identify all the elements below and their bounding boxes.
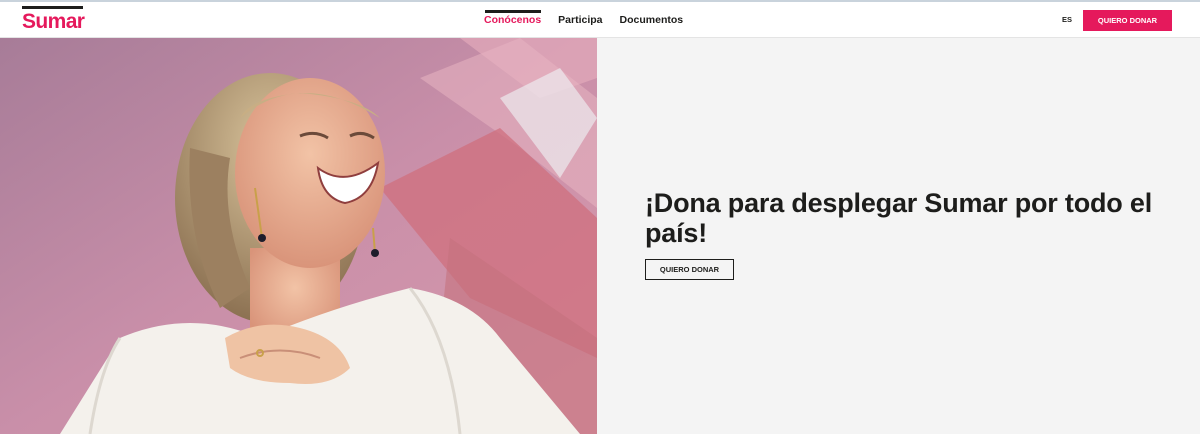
- hero-title: ¡Dona para desplegar Sumar por todo el p…: [645, 188, 1152, 248]
- hero-image: [0, 38, 597, 434]
- logo-text: Sumar: [22, 10, 85, 33]
- language-selector[interactable]: ES: [1062, 2, 1072, 38]
- main-nav: Conócenos Participa Documentos: [484, 2, 700, 38]
- site-header: Sumar Conócenos Participa Documentos ES …: [0, 2, 1200, 38]
- sumar-logo[interactable]: Sumar: [22, 6, 85, 33]
- logo-bar: [22, 6, 83, 9]
- nav-item-documentos[interactable]: Documentos: [620, 2, 684, 38]
- nav-item-participa[interactable]: Participa: [558, 2, 602, 38]
- hero-panel: ¡Dona para desplegar Sumar por todo el p…: [597, 38, 1200, 434]
- donate-button-hero[interactable]: QUIERO DONAR: [645, 259, 734, 280]
- hero-photo-illustration: [0, 38, 597, 434]
- donate-button-header[interactable]: QUIERO DONAR: [1083, 10, 1172, 31]
- nav-item-conocenos[interactable]: Conócenos: [484, 2, 542, 38]
